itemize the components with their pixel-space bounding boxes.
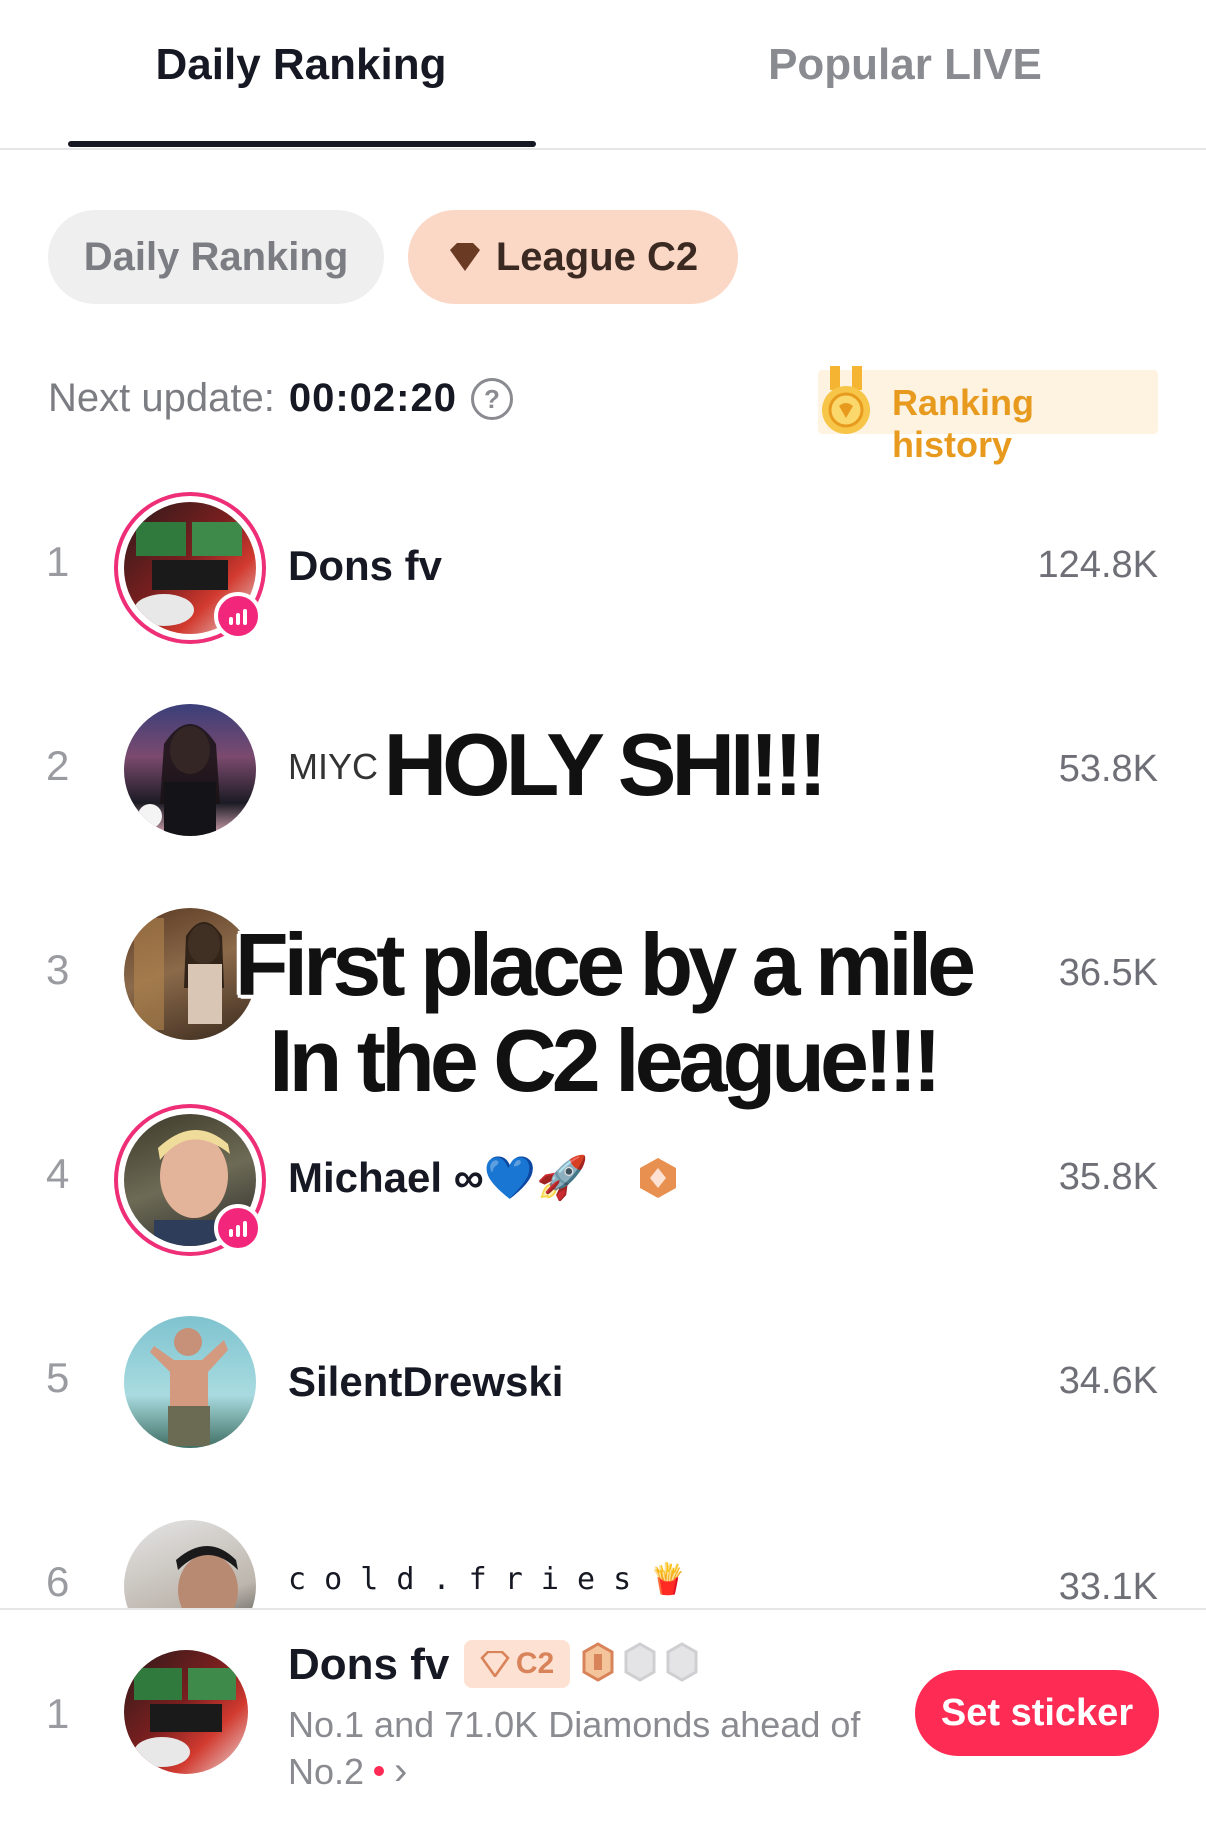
my-ranking-bar: 1 Dons fv C2 No.1 and 71.0K Diamonds ahe… <box>0 1608 1206 1836</box>
ranking-history-label: Ranking history <box>892 382 1035 465</box>
rank-number: 5 <box>46 1354 70 1401</box>
live-indicator-icon <box>214 592 262 640</box>
score: 33.1K <box>1058 1566 1158 1608</box>
help-icon[interactable]: ? <box>470 377 513 420</box>
daily-ranking-pill[interactable]: Daily Ranking <box>48 210 384 304</box>
rank-number: 1 <box>46 538 70 585</box>
tab-daily-ranking[interactable]: Daily Ranking <box>0 40 602 90</box>
notification-dot <box>374 1766 385 1777</box>
diamond-outline-icon <box>480 1651 510 1677</box>
status-line-1: No.1 and 71.0K Diamonds ahead of <box>288 1704 861 1745</box>
score: 35.8K <box>1058 1156 1158 1198</box>
caption-line-2: First place by a mile <box>234 915 976 1014</box>
fan-badge-icon <box>640 1158 676 1198</box>
rank-number: 6 <box>46 1558 70 1605</box>
league-c2-pill-label: League C2 <box>495 234 699 279</box>
tab-popular-live[interactable]: Popular LIVE <box>604 40 1206 90</box>
my-name: Dons fv <box>288 1640 450 1689</box>
league-c2-pill[interactable]: League C2 <box>408 210 738 304</box>
score: 34.6K <box>1058 1360 1158 1402</box>
tier-badge-active-icon <box>582 1642 614 1682</box>
ranking-history-button[interactable]: Ranking history <box>818 366 1158 465</box>
rank-number: 4 <box>46 1150 70 1197</box>
medal-icon <box>822 366 870 434</box>
next-update-countdown: 00:02:20 <box>288 376 457 420</box>
next-update-label: Next update: <box>48 376 275 420</box>
ranking-row[interactable]: 4 Michael ∞💙🚀 35.8K <box>0 1102 1206 1256</box>
chevron-right-icon: › <box>394 1749 408 1793</box>
avatar[interactable] <box>124 1316 256 1448</box>
tier-badge-icon <box>624 1642 656 1682</box>
ranking-row[interactable]: 5 SilentDrewski 34.6K <box>0 1306 1206 1456</box>
avatar-image <box>134 1668 236 1767</box>
streamer-name: Michael ∞💙🚀 <box>288 1154 589 1201</box>
daily-ranking-pill-label: Daily Ranking <box>83 234 349 279</box>
set-sticker-button[interactable]: Set sticker <box>915 1670 1159 1756</box>
score: 124.8K <box>1037 544 1158 586</box>
my-rank-number: 1 <box>46 1690 70 1737</box>
active-tab-indicator <box>68 141 536 147</box>
league-badge: C2 <box>464 1640 570 1688</box>
caption-line-1: HOLY SHI!!! <box>383 715 828 814</box>
next-update-row: Next update: 00:02:20 ? <box>48 376 513 421</box>
streamer-name: c o l d . f r i e s 🍟 <box>288 1562 687 1597</box>
status-line-2: No.2 <box>288 1751 365 1792</box>
streamer-name: Dons fv <box>288 542 443 589</box>
streamer-name: SilentDrewski <box>288 1358 564 1405</box>
avatar-image <box>150 1328 228 1446</box>
league-badge-label: C2 <box>515 1647 555 1680</box>
my-avatar[interactable] <box>124 1650 248 1774</box>
ranking-row[interactable]: 1 Dons fv 124.8K <box>0 490 1206 644</box>
live-indicator-icon <box>214 1204 262 1252</box>
caption-line-3: In the C2 league!!! <box>269 1011 942 1110</box>
tier-badge-icon <box>666 1642 698 1682</box>
my-status[interactable]: No.1 and 71.0K Diamonds ahead of No.2 › <box>288 1702 888 1795</box>
top-tab-bar: Daily Ranking Popular LIVE <box>0 0 1206 150</box>
diamond-icon <box>449 243 480 271</box>
